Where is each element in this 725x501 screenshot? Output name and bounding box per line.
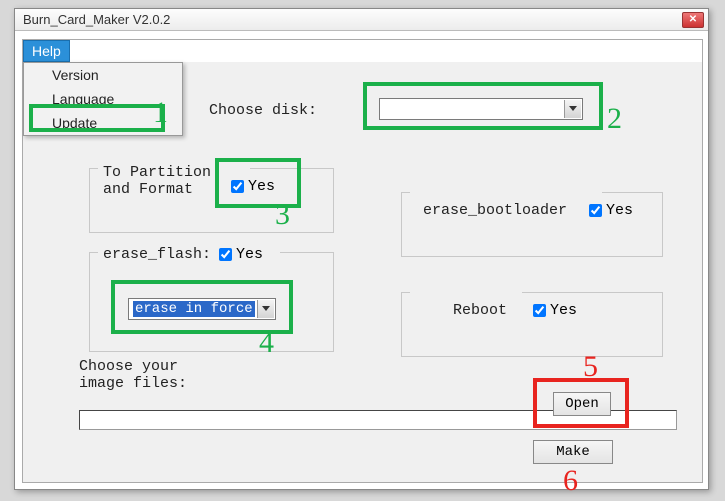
erase-flash-yes-input[interactable] <box>219 248 232 261</box>
erase-flash-yes-check[interactable]: Yes <box>219 246 263 263</box>
menu-version[interactable]: Version <box>24 63 182 87</box>
app-window: Burn_Card_Maker V2.0.2 ✕ Help Version La… <box>14 8 709 490</box>
client-area: Help Version Language Update Choose disk… <box>22 39 703 483</box>
menubar: Help <box>23 40 702 62</box>
erase-flash-yes-text: Yes <box>236 246 263 263</box>
chevron-down-icon <box>564 100 581 118</box>
erase-flash-label: erase_flash: <box>103 246 211 263</box>
choose-image-label: Choose your image files: <box>79 358 229 392</box>
partition-yes-text: Yes <box>248 178 275 195</box>
reboot-yes-text: Yes <box>550 302 577 319</box>
disk-combo[interactable] <box>379 98 583 120</box>
erase-bootloader-yes-input[interactable] <box>589 204 602 217</box>
partition-yes-input[interactable] <box>231 180 244 193</box>
menu-update[interactable]: Update <box>24 111 182 135</box>
partition-yes-check[interactable]: Yes <box>231 178 275 195</box>
choose-disk-label: Choose disk: <box>209 102 317 119</box>
menu-language[interactable]: Language <box>24 87 182 111</box>
help-dropdown: Version Language Update <box>23 62 183 136</box>
window-title: Burn_Card_Maker V2.0.2 <box>23 12 170 27</box>
annotation-number-6: 6 <box>563 464 578 498</box>
annotation-number-2: 2 <box>607 102 622 136</box>
help-menu[interactable]: Help <box>23 40 70 62</box>
close-button[interactable]: ✕ <box>682 12 704 28</box>
open-button[interactable]: Open <box>553 392 611 416</box>
reboot-yes-input[interactable] <box>533 304 546 317</box>
erase-bootloader-label: erase_bootloader <box>423 202 567 219</box>
reboot-yes-check[interactable]: Yes <box>533 302 577 319</box>
partition-label: To Partition and Format <box>103 164 213 198</box>
chevron-down-icon <box>257 300 274 318</box>
reboot-group <box>401 292 663 357</box>
erase-bootloader-yes-check[interactable]: Yes <box>589 202 633 219</box>
erase-mode-value: erase in force <box>133 301 255 317</box>
erase-bootloader-yes-text: Yes <box>606 202 633 219</box>
erase-mode-combo[interactable]: erase in force <box>128 298 276 320</box>
reboot-label: Reboot <box>453 302 507 319</box>
make-button[interactable]: Make <box>533 440 613 464</box>
titlebar: Burn_Card_Maker V2.0.2 ✕ <box>15 9 708 31</box>
